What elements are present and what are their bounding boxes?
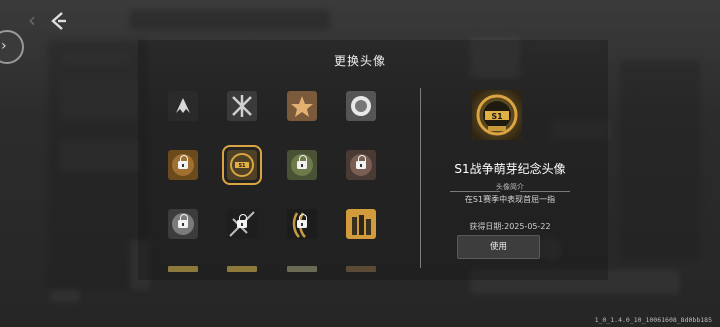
avatar-name: S1战争萌芽纪念头像: [454, 162, 566, 176]
lion-head-icon: [346, 91, 376, 121]
panel-divider: [420, 88, 421, 268]
chevron-left-icon: [51, 12, 66, 30]
avatar-option[interactable]: [168, 209, 198, 239]
avatar-option[interactable]: [227, 91, 257, 121]
back-arrow-icon[interactable]: ‹: [28, 10, 48, 30]
avatar-partial[interactable]: [168, 266, 198, 272]
dialog-title: 更换头像: [333, 54, 386, 68]
version-string: 1_0_1.4.0_10_10061608_8d0bb185: [594, 316, 712, 324]
shattered-shield-icon: [227, 91, 257, 121]
avatar-partial[interactable]: [346, 266, 376, 272]
s1-badge-gold-icon: S1: [472, 90, 522, 140]
avatar-option[interactable]: [287, 209, 317, 239]
lock-icon: [178, 214, 188, 228]
winged-emblem-icon: [168, 91, 198, 121]
avatar-description: 在S1赛季中表现首屈一指: [464, 195, 556, 204]
lock-icon: [237, 214, 247, 228]
avatar-preview: S1: [472, 90, 522, 140]
avatar-option[interactable]: [287, 91, 317, 121]
obtained-date: 获得日期:2025-05-22: [469, 222, 551, 231]
avatar-option[interactable]: [168, 150, 198, 180]
lock-icon: [178, 155, 188, 169]
avatar-option[interactable]: [346, 209, 376, 239]
avatar-option[interactable]: [168, 91, 198, 121]
avatar-option[interactable]: [346, 91, 376, 121]
avatar-option[interactable]: S1: [222, 145, 262, 185]
avatar-intro-heading: 头像简介: [496, 183, 524, 191]
lock-icon: [356, 155, 366, 169]
svg-text:S1: S1: [238, 163, 246, 169]
avatar-option[interactable]: [346, 150, 376, 180]
soldiers-icon: [346, 209, 376, 239]
back-button[interactable]: [48, 10, 70, 32]
avatar-option[interactable]: [287, 150, 317, 180]
avatar-partial[interactable]: [227, 266, 257, 272]
lock-icon: [297, 155, 307, 169]
lock-icon: [297, 214, 307, 228]
use-button[interactable]: 使用: [457, 235, 540, 259]
star-badge-icon: [287, 91, 317, 121]
svg-text:S1: S1: [491, 112, 503, 121]
s1-badge-gold-icon: S1: [227, 150, 257, 180]
avatar-option[interactable]: [227, 209, 257, 239]
avatar-partial[interactable]: [287, 266, 317, 272]
